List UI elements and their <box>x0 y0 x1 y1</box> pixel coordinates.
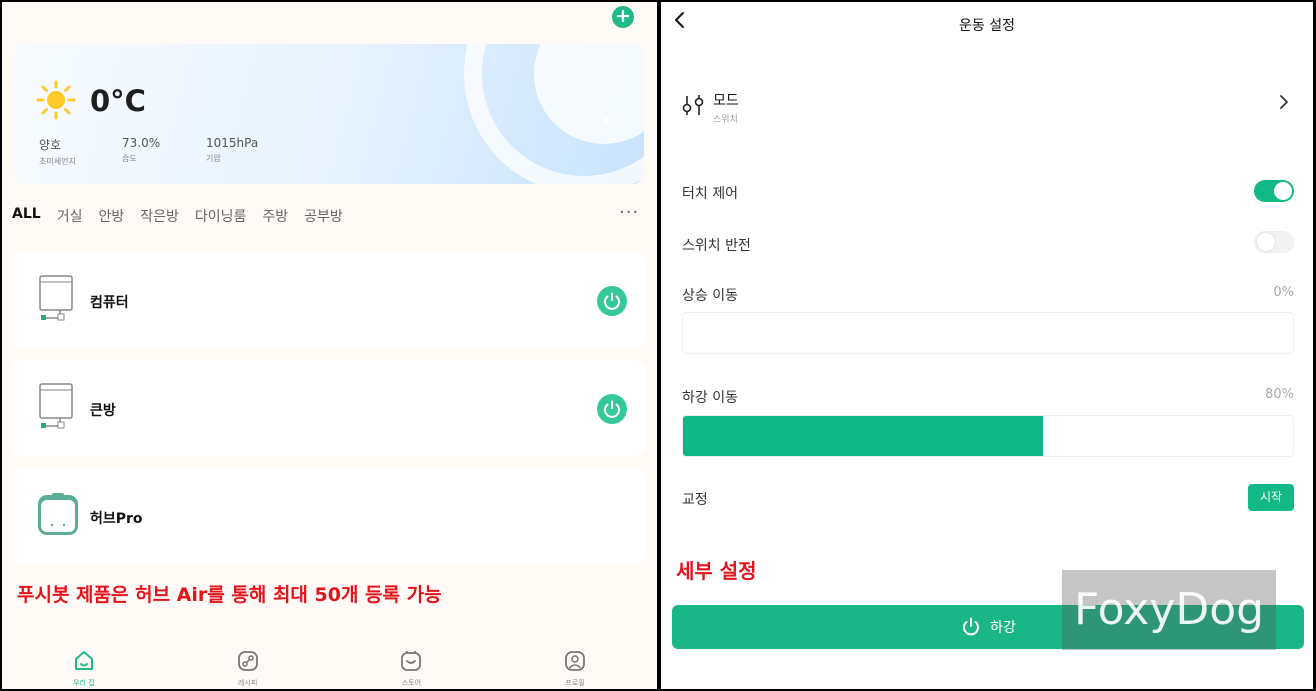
nav-label: 레시피 <box>237 679 258 687</box>
humidity-stat: 73.0% 습도 <box>122 136 160 164</box>
home-icon <box>74 651 93 670</box>
move-up-label: 상승 이동 <box>682 288 738 304</box>
home-screen: + 0°C 양호 초미세먼지 73.0% 습도 1015hPa 기압 ALL 거… <box>2 2 657 689</box>
stat-label: 기압 <box>206 154 221 163</box>
nav-store[interactable]: 스토어 <box>330 642 494 689</box>
move-down-label: 하강 이동 <box>682 390 738 406</box>
annotation-note: 푸시봇 제품은 허브 Air를 통해 최대 50개 등록 가능 <box>17 584 442 606</box>
hub-icon <box>38 493 78 535</box>
device-card[interactable]: 컴퓨터 <box>12 252 645 348</box>
weather-card[interactable]: 0°C 양호 초미세먼지 73.0% 습도 1015hPa 기압 <box>14 44 644 184</box>
pressure-stat: 1015hPa 기압 <box>206 136 258 164</box>
tab-study[interactable]: 공부방 <box>304 206 343 226</box>
air-quality-stat: 양호 초미세먼지 <box>39 136 76 167</box>
nav-profile[interactable]: 프로필 <box>493 642 657 689</box>
stat-label: 습도 <box>122 154 137 163</box>
recipe-icon <box>237 651 258 671</box>
nav-label: 스토어 <box>401 679 422 687</box>
mode-value: 스위치 <box>713 115 738 125</box>
power-button[interactable] <box>597 286 627 316</box>
motion-settings-screen: 운동 설정 모드 스위치 터치 제어 스위치 반전 상승 이동 0% 하강 이동… <box>661 2 1313 689</box>
move-up-value: 0% <box>1273 285 1294 300</box>
switch-invert-toggle[interactable] <box>1254 231 1294 253</box>
toggle-knob <box>1274 182 1292 200</box>
device-name: 큰방 <box>90 403 116 419</box>
nav-label: 프로필 <box>565 679 585 687</box>
profile-icon <box>565 651 586 671</box>
power-icon <box>963 617 980 636</box>
move-down-value: 80% <box>1265 387 1294 402</box>
toggle-knob <box>1257 233 1275 251</box>
tab-small-room[interactable]: 작은방 <box>140 206 179 226</box>
device-name: 컴퓨터 <box>90 295 129 311</box>
chevron-right-icon <box>1279 94 1289 115</box>
curtain-bot-icon <box>39 383 73 429</box>
tab-dining-room[interactable]: 다이닝룸 <box>195 206 247 226</box>
device-name: 허브Pro <box>90 511 143 527</box>
stat-value: 1015hPa <box>206 136 259 150</box>
annotation-note: 세부 설정 <box>676 559 757 583</box>
touch-control-toggle[interactable] <box>1254 180 1294 202</box>
mode-label: 모드 <box>713 93 739 109</box>
calibration-label: 교정 <box>682 492 708 508</box>
weather-decoration <box>604 118 609 123</box>
store-icon <box>401 651 422 671</box>
switch-invert-label: 스위치 반전 <box>682 238 751 254</box>
power-icon <box>604 400 620 418</box>
device-card[interactable]: 허브Pro <box>12 468 645 564</box>
mode-row[interactable]: 모드 스위치 <box>681 88 1293 128</box>
sun-icon <box>36 80 76 120</box>
power-button[interactable] <box>597 394 627 424</box>
adjust-icon <box>682 95 704 115</box>
nav-recipe[interactable]: 레시피 <box>166 642 330 689</box>
tab-living-room[interactable]: 거실 <box>57 206 83 226</box>
device-card[interactable]: 큰방 <box>12 360 645 456</box>
bottom-nav: 우리 집 레시피 스토어 프로필 <box>2 642 657 689</box>
slider-fill <box>683 416 1043 456</box>
add-device-button[interactable]: + <box>612 6 634 28</box>
move-up-slider[interactable] <box>682 312 1294 354</box>
watermark: FoxyDog <box>1062 570 1276 650</box>
touch-control-label: 터치 제어 <box>682 186 738 202</box>
curtain-bot-icon <box>39 275 73 321</box>
nav-label: 우리 집 <box>73 679 95 687</box>
page-title: 운동 설정 <box>959 18 1015 34</box>
stat-label: 초미세먼지 <box>39 157 76 166</box>
power-icon <box>604 292 620 310</box>
move-down-button-label: 하강 <box>990 620 1016 636</box>
tab-kitchen[interactable]: 주방 <box>262 206 288 226</box>
stat-value: 73.0% <box>122 136 161 150</box>
temperature: 0°C <box>90 84 146 118</box>
more-icon[interactable]: ··· <box>619 202 639 223</box>
nav-home[interactable]: 우리 집 <box>2 642 166 689</box>
stat-value: 양호 <box>39 138 62 152</box>
room-tabs: ALL 거실 안방 작은방 다이닝룸 주방 공부방 <box>12 206 359 226</box>
calibration-start-button[interactable]: 시작 <box>1248 484 1294 511</box>
tab-all[interactable]: ALL <box>12 206 41 226</box>
move-down-slider[interactable] <box>682 415 1294 457</box>
tab-master-bedroom[interactable]: 안방 <box>98 206 124 226</box>
